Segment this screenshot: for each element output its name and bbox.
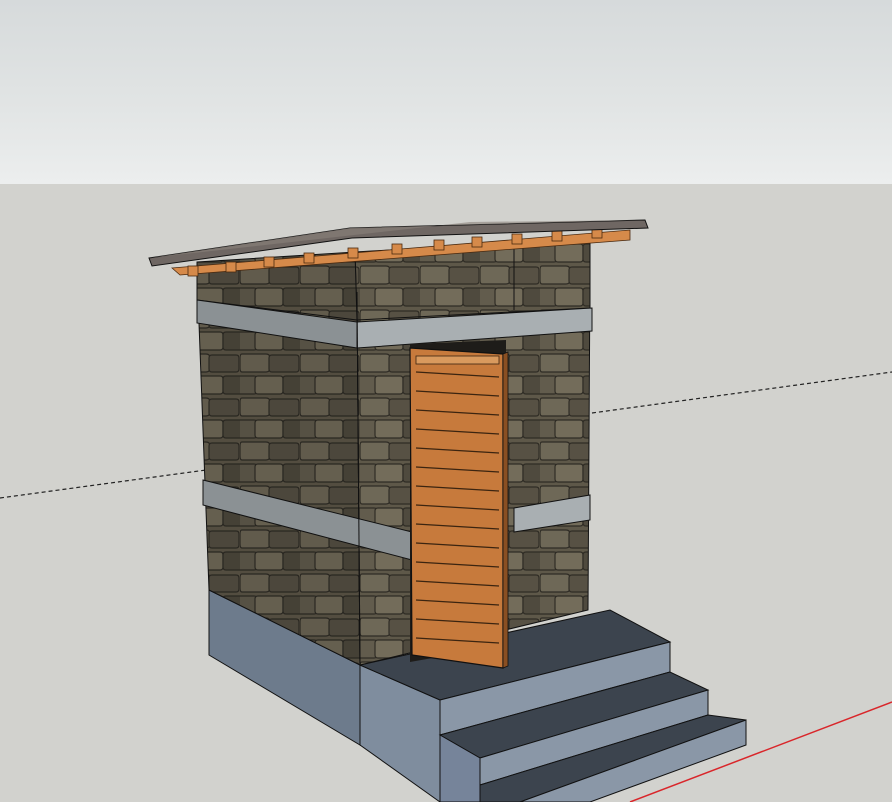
door[interactable] <box>409 347 509 669</box>
green-axis-line-right <box>591 371 892 414</box>
3d-model-scene[interactable] <box>0 0 892 802</box>
green-axis-line-left <box>0 469 207 499</box>
door-frame-top <box>415 355 500 365</box>
sketchup-viewport[interactable] <box>0 0 892 802</box>
door-edge <box>502 351 509 669</box>
